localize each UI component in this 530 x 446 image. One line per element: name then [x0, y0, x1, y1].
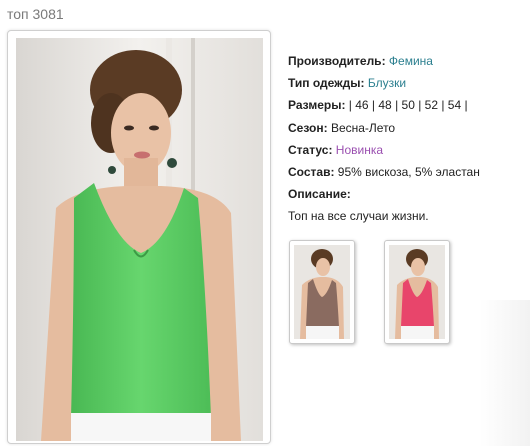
thumbnail-brown-top[interactable] — [289, 240, 355, 344]
clothing-type-link[interactable]: Блузки — [368, 76, 406, 90]
season-value: Весна-Лето — [330, 120, 396, 135]
description-label: Описание: — [288, 187, 351, 202]
status-label: Статус: — [288, 142, 333, 157]
composition-row: Состав: 95% вискоза, 5% эластан — [288, 163, 528, 185]
manufacturer-label: Производитель: — [288, 54, 386, 68]
season-label: Сезон: — [288, 120, 328, 135]
thumbnail-image[interactable] — [294, 245, 350, 339]
status-row: Статус: Новинка — [288, 141, 528, 163]
clothing-type-row: Тип одежды: Блузки — [288, 74, 528, 96]
thumbnail-pink-top[interactable] — [384, 240, 450, 344]
description-label-row: Описание: — [288, 185, 528, 207]
sizes-row: Размеры: | 46 | 48 | 50 | 52 | 54 | — [288, 96, 528, 118]
product-title: топ 3081 — [7, 6, 64, 22]
decorative-shade — [480, 300, 530, 446]
composition-value: 95% вискоза, 5% эластан — [337, 164, 480, 179]
manufacturer-link[interactable]: Фемина — [389, 54, 433, 68]
main-product-photo-frame[interactable] — [7, 30, 271, 444]
status-link[interactable]: Новинка — [336, 143, 383, 157]
thumbnail-image[interactable] — [389, 245, 445, 339]
season-row: Сезон: Весна-Лето — [288, 119, 528, 141]
description-text: Топ на все случаи жизни. — [288, 209, 429, 224]
manufacturer-row: Производитель: Фемина — [288, 52, 528, 74]
main-product-photo[interactable] — [16, 38, 263, 441]
composition-label: Состав: — [288, 164, 335, 179]
product-details: Производитель: Фемина Тип одежды: Блузки… — [288, 52, 528, 230]
sizes-label: Размеры: — [288, 98, 346, 113]
sizes-list: | 46 | 48 | 50 | 52 | 54 | — [345, 98, 468, 113]
clothing-type-label: Тип одежды: — [288, 76, 365, 91]
